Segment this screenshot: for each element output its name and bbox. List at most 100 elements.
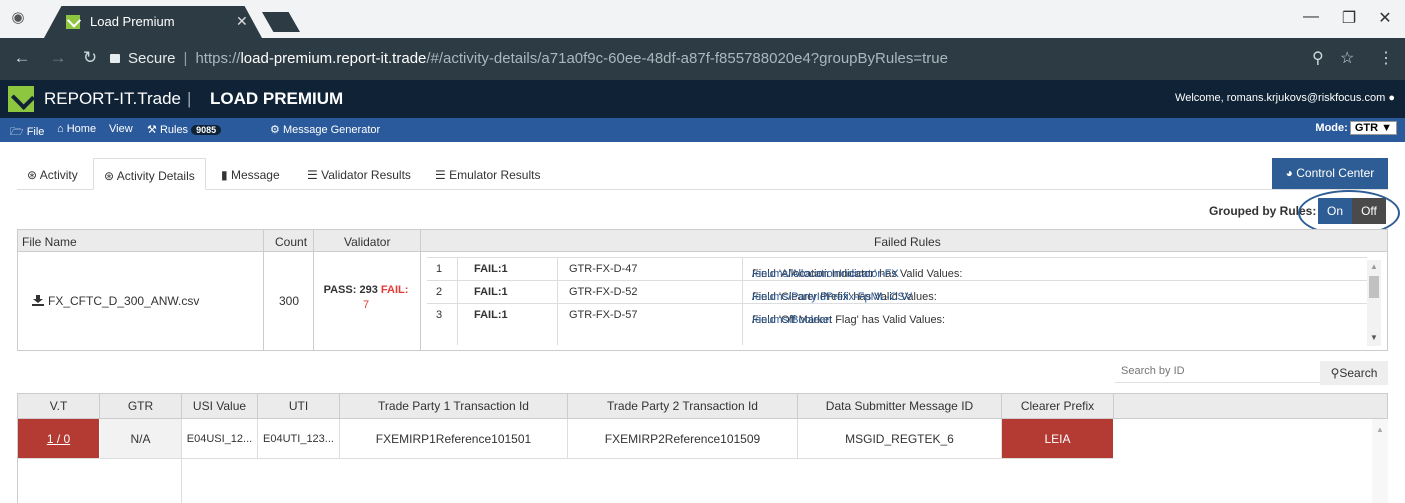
tab-emulator-results[interactable]: ☰ Emulator Results	[435, 158, 540, 190]
fail-label: FAIL:	[380, 284, 409, 296]
rule-fail-count: FAIL:1	[474, 263, 508, 275]
header-file-name: File Name	[22, 235, 77, 249]
url-path: /#/activity-details/a71a0f9c-60ee-48df-a…	[426, 50, 948, 67]
back-arrow-icon[interactable]: ←	[10, 48, 34, 68]
failed-rules-list: 1 FAIL:1 GTR-FX-D-47 Field 'Allocation I…	[427, 257, 1367, 345]
reload-icon[interactable]: ↻	[78, 48, 102, 68]
grid-header-row: V.T GTR USI Value UTI Trade Party 1 Tran…	[18, 394, 1387, 419]
welcome-user[interactable]: Welcome, romans.krjukovs@riskfocus.com ●	[1175, 92, 1395, 104]
col-header-tp1[interactable]: Trade Party 1 Transaction Id	[340, 394, 568, 419]
tab-activity-details[interactable]: ⊛ Activity Details	[93, 158, 206, 190]
zoom-icon[interactable]: ⚲	[1312, 48, 1324, 68]
close-tab-icon[interactable]: ✕	[236, 13, 248, 30]
secure-label: Secure	[128, 50, 176, 67]
scroll-up-icon[interactable]: ▲	[1376, 425, 1384, 434]
cell-msgid: MSGID_REGTEK_6	[798, 419, 1002, 459]
scroll-up-icon[interactable]: ▲	[1370, 262, 1378, 271]
minimize-window-icon[interactable]: —	[1296, 8, 1326, 26]
cell-vt[interactable]: 1 / 0	[18, 419, 100, 459]
browser-tab-title: Load Premium	[90, 14, 175, 29]
menu-rules-label: Rules	[159, 124, 189, 136]
file-summary-table: File Name Count Validator Failed Rules F…	[17, 229, 1388, 351]
failed-rule-row[interactable]: 1 FAIL:1 GTR-FX-D-47 Field 'Allocation I…	[427, 257, 1367, 280]
col-header-uti[interactable]: UTI	[258, 394, 340, 419]
search-button[interactable]: ⚲Search	[1320, 361, 1388, 385]
list-icon: ☰	[307, 168, 318, 182]
gears-icon: ⚙	[270, 124, 280, 136]
scroll-down-icon[interactable]: ▼	[1370, 333, 1378, 342]
rule-enum-link[interactable]: /enums/Boolean	[752, 314, 832, 326]
rule-id: GTR-FX-D-57	[569, 309, 638, 321]
fail-value: 7	[362, 299, 370, 311]
col-header-gtr[interactable]: GTR	[100, 394, 182, 419]
menu-bar: 🗁 File ⌂ Home View ⚒ Rules 9085 ⚙ Message…	[0, 118, 1405, 142]
restore-window-icon[interactable]: ❐	[1334, 8, 1364, 28]
dashboard-icon: ◕	[1285, 166, 1293, 180]
cell-clearer-prefix[interactable]: LEIA	[1002, 419, 1114, 459]
close-window-icon[interactable]: ✕	[1370, 8, 1400, 28]
header-count: Count	[275, 235, 308, 249]
menu-file[interactable]: 🗁 File	[10, 123, 44, 142]
cell-usi: E04USI_12...	[182, 419, 258, 459]
file-name-cell[interactable]: FX_CFTC_D_300_ANW.csv	[32, 294, 199, 308]
reportit-logo	[8, 86, 34, 112]
rule-id: GTR-FX-D-52	[569, 286, 638, 298]
menu-view[interactable]: View	[109, 123, 133, 135]
menu-message-generator[interactable]: ⚙ Message Generator	[270, 123, 380, 136]
browser-menu-icon[interactable]: ⋮	[1378, 48, 1394, 68]
mode-value: GTR	[1354, 122, 1379, 134]
failed-rules-scrollbar[interactable]: ▲ ▼	[1367, 260, 1381, 346]
brand-divider: |	[187, 89, 192, 108]
failed-rule-row[interactable]: 3 FAIL:1 GTR-FX-D-57 Field 'Off Market F…	[427, 303, 1367, 326]
incognito-icon: ◉	[11, 9, 25, 26]
grid-scrollbar[interactable]: ▲	[1372, 419, 1388, 503]
menu-home[interactable]: ⌂ Home	[57, 123, 96, 135]
url-field[interactable]: Secure | https://load-premium.report-it.tr…	[110, 50, 948, 67]
list-icon: ☰	[435, 168, 446, 182]
rss-icon: ⊛	[104, 169, 115, 183]
col-header-clearer[interactable]: Clearer Prefix	[1002, 394, 1114, 419]
table-row[interactable]: 1 / 0 N/A E04USI_12... E04UTI_123... FXE…	[18, 419, 1387, 459]
mode-select[interactable]: GTR ▼	[1349, 121, 1397, 135]
mode-selector[interactable]: Mode: GTR ▼	[1315, 121, 1397, 135]
tab-message-label: Message	[230, 168, 280, 182]
file-name-value: FX_CFTC_D_300_ANW.csv	[48, 294, 200, 308]
rule-enum-link[interactable]: /enums/PartyIdPrefix-FpML-CSV	[752, 291, 912, 303]
pass-value: 293	[359, 284, 378, 296]
failed-rule-row[interactable]: 2 FAIL:1 GTR-FX-D-52 Field 'Clearer Pref…	[427, 280, 1367, 303]
browser-tab[interactable]: Load Premium ✕	[44, 6, 262, 38]
address-bar: ← → ↻ Secure | https://load-premium.report…	[0, 38, 1405, 80]
gavel-icon: ⚒	[147, 124, 157, 136]
file-icon: ▮	[221, 168, 228, 182]
tab-message[interactable]: ▮ Message	[221, 158, 280, 190]
header-validator: Validator	[344, 235, 391, 249]
url-host: load-premium.report-it.trade	[240, 50, 427, 67]
new-tab-button[interactable]	[262, 12, 300, 32]
forward-arrow-icon[interactable]: →	[46, 48, 70, 68]
cell-gtr: N/A	[100, 419, 182, 459]
count-value: 300	[279, 294, 300, 308]
col-header-usi[interactable]: USI Value	[182, 394, 258, 419]
site-favicon-icon	[66, 15, 80, 29]
rule-number: 2	[436, 286, 443, 298]
grid-empty-area	[18, 459, 182, 503]
tab-validator-results[interactable]: ☰ Validator Results	[307, 158, 411, 190]
control-center-button[interactable]: ◕ Control Center	[1272, 158, 1388, 189]
tab-activity[interactable]: ⊛ Activity	[27, 158, 78, 190]
menu-rules[interactable]: ⚒ Rules 9085	[147, 123, 222, 136]
download-icon	[32, 295, 44, 306]
menu-view-label: View	[109, 123, 133, 135]
rule-enum-link[interactable]: /enums/AllocationIndicator-FX	[752, 268, 899, 280]
vt-link[interactable]: 1 / 0	[47, 432, 70, 446]
bookmark-star-icon[interactable]: ☆	[1340, 48, 1354, 68]
col-header-tp2[interactable]: Trade Party 2 Transaction Id	[568, 394, 798, 419]
user-icon: ●	[1388, 92, 1395, 104]
pass-label: PASS:	[323, 284, 357, 296]
mode-label: Mode:	[1315, 122, 1348, 134]
col-header-msgid[interactable]: Data Submitter Message ID	[798, 394, 1002, 419]
rule-id: GTR-FX-D-47	[569, 263, 638, 275]
tab-emulator-results-label: Emulator Results	[449, 168, 541, 182]
col-header-vt[interactable]: V.T	[18, 394, 100, 419]
scroll-thumb[interactable]	[1369, 276, 1379, 298]
search-by-id-input[interactable]	[1115, 359, 1320, 383]
